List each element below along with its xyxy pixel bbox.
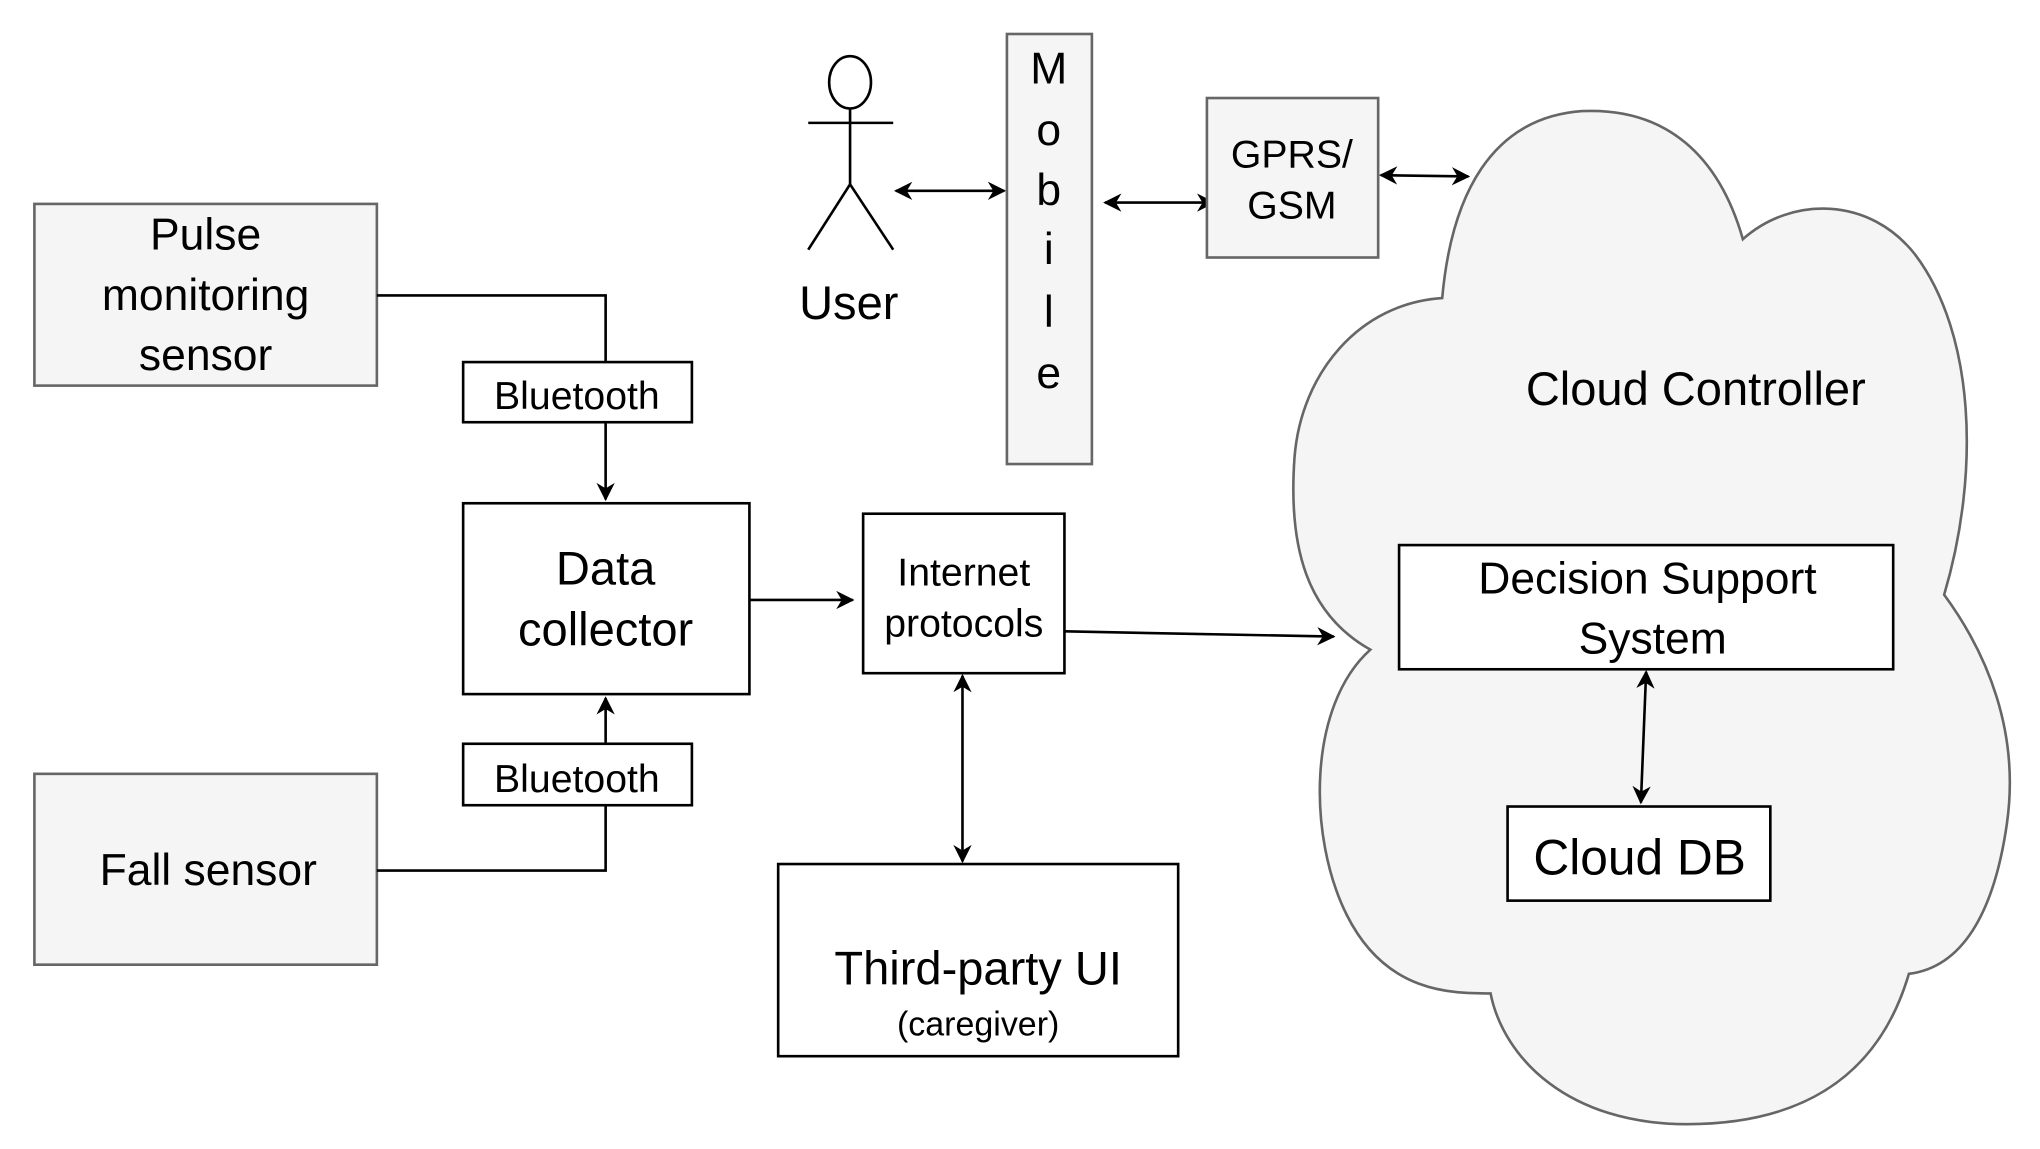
mobile-node: M o b i l e: [1005, 32, 1094, 466]
edge-fall-to-bluetooth: [376, 805, 607, 872]
decision-support-line-1: Decision Support: [1478, 554, 1817, 603]
gprs-gsm-line-2: GSM: [1247, 184, 1336, 227]
data-collector-box: [461, 501, 751, 696]
gprs-gsm-node: GPRS/ GSM: [1205, 96, 1380, 259]
internet-protocols-node: Internet protocols: [861, 512, 1066, 675]
cloud-db-node: Cloud DB: [1506, 805, 1772, 902]
mobile-letter-4: i: [1044, 225, 1054, 274]
internet-protocols-line-1: Internet: [897, 552, 1030, 595]
pulse-sensor-line-3: sensor: [139, 331, 273, 380]
system-diagram: Cloud Controller Pulse monitoring sensor…: [33, 32, 2012, 1126]
third-party-ui-node: Third-party UI (caregiver): [776, 862, 1180, 1058]
pulse-sensor-line-2: monitoring: [102, 271, 309, 320]
mobile-letter-5: l: [1044, 288, 1054, 337]
fall-sensor-node: Fall sensor: [33, 772, 379, 966]
cloud-controller-label: Cloud Controller: [1526, 362, 1866, 415]
cloud-db-label: Cloud DB: [1533, 829, 1746, 885]
third-party-ui-sublabel: (caregiver): [897, 1005, 1059, 1043]
mobile-letter-6: e: [1036, 349, 1061, 398]
mobile-letter-1: M: [1030, 45, 1067, 94]
edge-pulse-to-bluetooth: [376, 294, 607, 363]
internet-protocols-line-2: protocols: [884, 603, 1043, 646]
bluetooth-bottom-label: Bluetooth: [494, 758, 660, 801]
user-label: User: [799, 276, 898, 329]
mobile-letter-2: o: [1036, 106, 1061, 155]
edge-internet-to-cloud: [1064, 627, 1336, 646]
data-collector-node: Data collector: [461, 501, 751, 696]
decision-support-line-2: System: [1579, 615, 1727, 664]
data-collector-line-1: Data: [556, 541, 656, 594]
decision-support-node: Decision Support System: [1397, 543, 1895, 671]
gprs-gsm-box: [1205, 96, 1380, 259]
pulse-sensor-node: Pulse monitoring sensor: [33, 202, 379, 387]
edge-gprs-to-cloud: [1378, 166, 1471, 186]
fall-sensor-label: Fall sensor: [100, 846, 318, 895]
third-party-ui-label: Third-party UI: [834, 941, 1122, 994]
user-actor: User: [799, 54, 898, 329]
bluetooth-top-node: Bluetooth: [461, 360, 694, 424]
bluetooth-bottom-node: Bluetooth: [461, 742, 694, 807]
bluetooth-top-label: Bluetooth: [494, 375, 660, 418]
mobile-letter-3: b: [1036, 166, 1061, 215]
data-collector-line-2: collector: [518, 603, 693, 656]
user-icon: [807, 54, 895, 251]
pulse-sensor-line-1: Pulse: [150, 211, 261, 260]
gprs-gsm-line-1: GPRS/: [1231, 133, 1353, 176]
